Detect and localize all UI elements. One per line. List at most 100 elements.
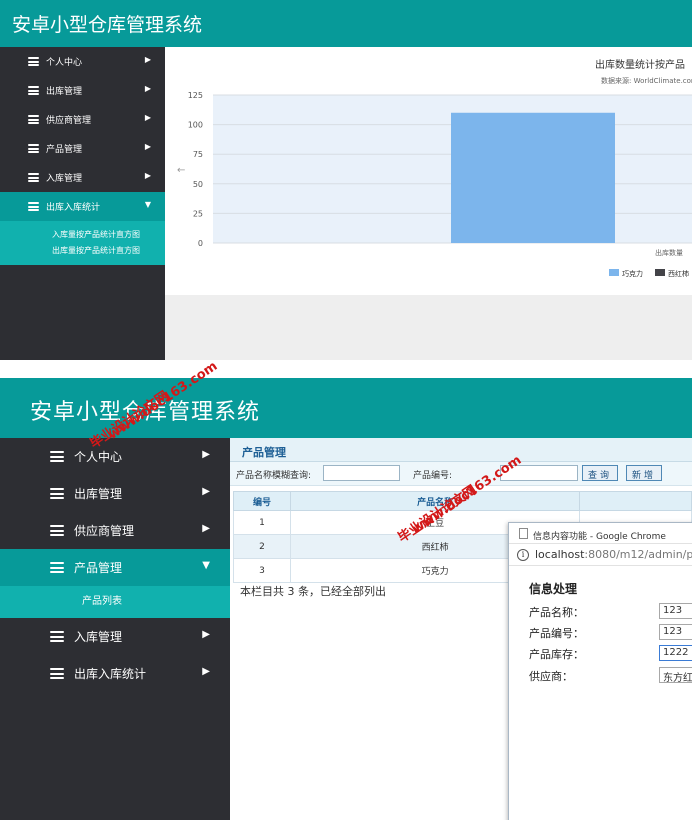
dashboard-chart-screenshot: 安卓小型仓库管理系统 个人中心 ▶ 出库管理 ▶ 供应商管理 ▶ 产品管理 ▶ … xyxy=(0,0,692,360)
cell-id: 1 xyxy=(233,510,291,535)
sidebar-item-label: 产品管理 xyxy=(46,145,83,155)
sidebar-item-statistics[interactable]: 出库入库统计 ▶ xyxy=(0,655,230,692)
sidebar-item-inbound[interactable]: 入库管理 ▶ xyxy=(0,618,230,655)
cell-id: 3 xyxy=(233,558,291,583)
app-title: 安卓小型仓库管理系统 xyxy=(12,14,203,36)
stack-icon xyxy=(50,562,64,573)
cell-id: 2 xyxy=(233,534,291,559)
form-title: 信息处理 xyxy=(529,582,578,596)
product-id-search-label: 产品编号: xyxy=(413,471,453,481)
sidebar-item-statistics[interactable]: 出库入库统计 ▼ xyxy=(0,192,165,221)
y-tick-label: 100 xyxy=(188,121,203,130)
x-category-label: 出库数量 xyxy=(655,248,683,257)
sidebar-item-label: 供应商管理 xyxy=(46,116,92,126)
address-bar[interactable]: i localhost:8080/m12/admin/pro xyxy=(509,544,692,566)
product-name-input[interactable]: 123 xyxy=(659,603,692,619)
chevron-down-icon: ▼ xyxy=(144,200,151,209)
add-button[interactable]: 新增 xyxy=(626,465,663,481)
sidebar-item-label: 出库入库统计 xyxy=(46,203,101,213)
sidebar-item-supplier[interactable]: 供应商管理 ▶ xyxy=(0,512,230,549)
popup-titlebar[interactable]: 信息内容功能 - Google Chrome xyxy=(509,523,692,544)
y-tick-label: 0 xyxy=(198,239,203,248)
sidebar-item-label: 入库管理 xyxy=(74,630,123,644)
stack-icon xyxy=(28,57,39,66)
chart-subtitle: 数据来源: WorldClimate.com xyxy=(601,77,692,85)
screenshot-separator xyxy=(0,360,692,378)
sidebar-item-product[interactable]: 产品管理 ▶ xyxy=(0,134,165,163)
chevron-right-icon: ▶ xyxy=(144,55,151,64)
submenu-item-inbound-chart[interactable]: 入库量按产品统计直方图 xyxy=(52,227,165,243)
sidebar-item-label: 出库管理 xyxy=(74,487,123,501)
search-bar: 产品名称模糊查询: 产品编号: 查询 新增 xyxy=(230,462,692,486)
sidebar: 个人中心 ▶ 出库管理 ▶ 供应商管理 ▶ 产品管理 ▶ 入库管理 ▶ 出库入库… xyxy=(0,47,165,360)
stack-icon xyxy=(50,525,64,536)
submenu-item-outbound-chart[interactable]: 出库量按产品统计直方图 xyxy=(52,243,165,259)
legend-label-chocolate: 巧克力 xyxy=(622,269,643,278)
chevron-right-icon: ▶ xyxy=(202,523,210,534)
y-tick-label: 75 xyxy=(193,150,203,159)
chevron-down-icon: ▼ xyxy=(202,560,210,571)
product-id-input[interactable]: 123 xyxy=(659,624,692,640)
chevron-right-icon: ▶ xyxy=(202,666,210,677)
chevron-right-icon: ▶ xyxy=(144,113,151,122)
field-label-product-id: 产品编号： xyxy=(529,627,584,640)
back-arrow-icon: ← xyxy=(177,165,185,176)
document-icon xyxy=(519,528,528,539)
chart-panel: 0 25 50 75 100 125 ← 出库数量 巧克力 西红柿 出库数量统计按产品 数据来源:… xyxy=(165,47,692,295)
sidebar-item-label: 出库入库统计 xyxy=(74,667,147,681)
sidebar-item-personal-center[interactable]: 个人中心 ▶ xyxy=(0,47,165,76)
list-summary: 本栏目共 3 条，已经全部列出 xyxy=(240,585,386,598)
sidebar-item-product[interactable]: 产品管理 ▼ xyxy=(0,549,230,586)
submenu-item-product-list[interactable]: 产品列表 xyxy=(82,596,122,607)
chevron-right-icon: ▶ xyxy=(202,449,210,460)
stack-icon xyxy=(50,451,64,462)
stack-icon xyxy=(50,668,64,679)
chevron-right-icon: ▶ xyxy=(144,142,151,151)
y-tick-label: 125 xyxy=(188,91,203,100)
bar-chocolate xyxy=(451,112,615,243)
field-label-product-name: 产品名称： xyxy=(529,606,584,619)
y-tick-label: 50 xyxy=(193,180,203,189)
chevron-right-icon: ▶ xyxy=(202,629,210,640)
sidebar-item-personal-center[interactable]: 个人中心 ▶ xyxy=(0,438,230,475)
legend-label-tomato: 西红柿 xyxy=(668,269,689,278)
product-name-search-input[interactable] xyxy=(323,465,400,481)
stack-icon xyxy=(28,86,39,95)
sidebar-item-label: 出库管理 xyxy=(46,87,83,97)
info-icon[interactable]: i xyxy=(517,549,529,561)
statistics-submenu: 入库量按产品统计直方图 出库量按产品统计直方图 xyxy=(0,221,165,265)
sidebar-item-outbound[interactable]: 出库管理 ▶ xyxy=(0,76,165,105)
sidebar-item-inbound[interactable]: 入库管理 ▶ xyxy=(0,163,165,192)
field-label-supplier: 供应商： xyxy=(529,670,573,683)
search-button[interactable]: 查询 xyxy=(582,465,619,481)
product-stock-input[interactable]: 1222 xyxy=(659,645,692,661)
stack-icon xyxy=(28,173,39,182)
stack-icon xyxy=(28,202,39,211)
panel-title: 产品管理 xyxy=(230,438,692,462)
legend-swatch-tomato xyxy=(655,269,665,276)
chevron-right-icon: ▶ xyxy=(144,84,151,93)
sidebar: 个人中心 ▶ 出库管理 ▶ 供应商管理 ▶ 产品管理 ▼ 产品列表 入库管理 ▶ xyxy=(0,438,230,820)
popup-window-title: 信息内容功能 - Google Chrome xyxy=(533,532,666,542)
stack-icon xyxy=(50,631,64,642)
legend-swatch-chocolate xyxy=(609,269,619,276)
chevron-right-icon: ▶ xyxy=(144,171,151,180)
column-header-id[interactable]: 编号 xyxy=(233,491,291,511)
address-path: :8080/m12/admin/pro xyxy=(584,548,692,561)
sidebar-item-label: 个人中心 xyxy=(46,58,83,68)
product-submenu: 产品列表 xyxy=(0,586,230,618)
supplier-select[interactable]: 东方红 xyxy=(659,667,692,683)
sidebar-item-outbound[interactable]: 出库管理 ▶ xyxy=(0,475,230,512)
stack-icon xyxy=(28,115,39,124)
column-header-extra xyxy=(579,491,692,511)
chart-title: 出库数量统计按产品 xyxy=(595,60,685,71)
sidebar-item-supplier[interactable]: 供应商管理 ▶ xyxy=(0,105,165,134)
chevron-right-icon: ▶ xyxy=(202,486,210,497)
app-header: 安卓小型仓库管理系统 xyxy=(0,0,692,47)
sidebar-item-label: 供应商管理 xyxy=(74,524,135,538)
address-host: localhost xyxy=(535,548,585,561)
content-background xyxy=(165,295,692,360)
product-name-search-label: 产品名称模糊查询: xyxy=(236,471,312,481)
stack-icon xyxy=(50,488,64,499)
stack-icon xyxy=(28,144,39,153)
